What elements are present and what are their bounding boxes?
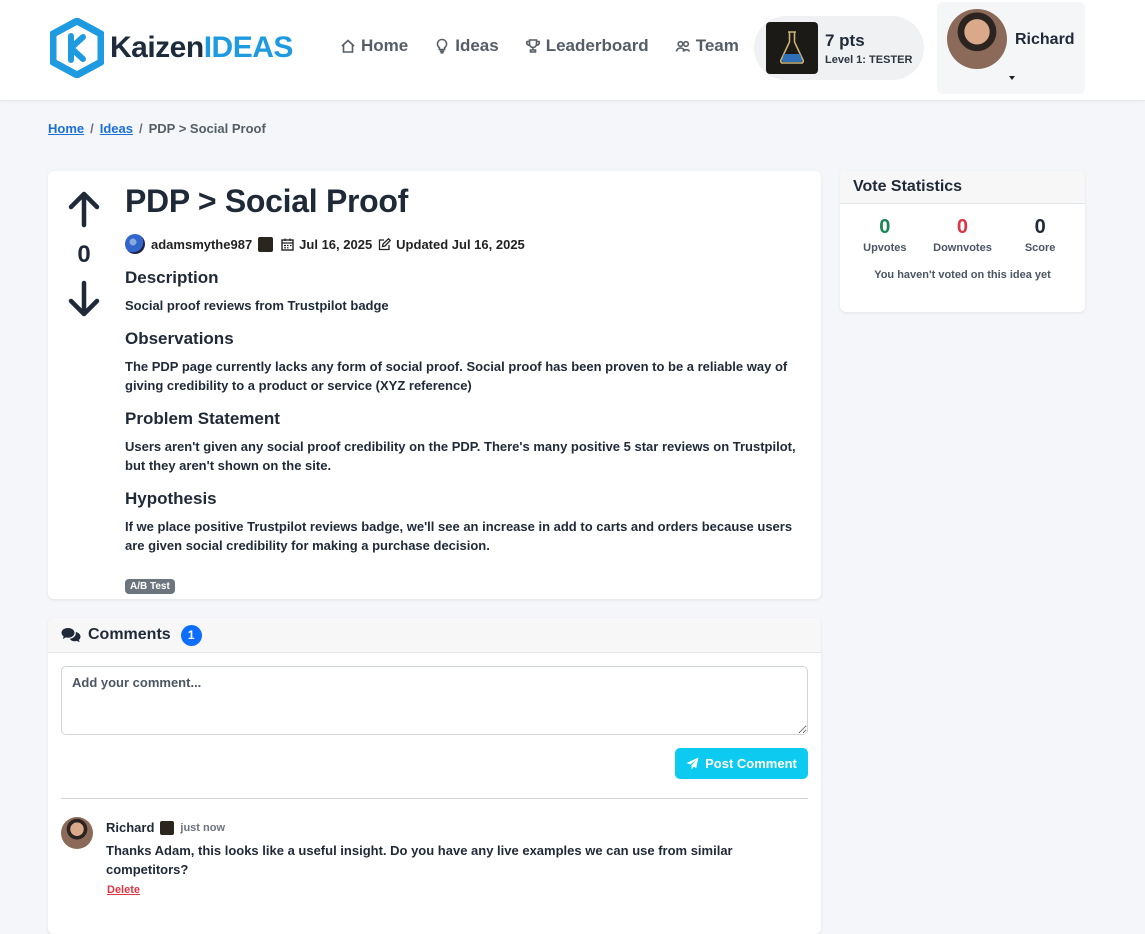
user-avatar [947,9,1007,69]
points-text: 7 pts Level 1: TESTER [825,31,912,66]
caret-down-icon[interactable] [1009,76,1015,80]
comments-title: Comments [88,626,171,643]
logo-mark-icon [50,18,104,78]
hypothesis-text: If we place positive Trustpilot reviews … [125,519,793,553]
author-level-badge-icon [258,236,274,252]
level-label: Level 1: TESTER [825,53,913,66]
points-card[interactable]: 7 pts Level 1: TESTER [754,16,924,80]
downvotes-stat: 0 Downvotes [925,216,999,254]
nav-leaderboard[interactable]: Leaderboard [525,36,649,56]
comments-card: Comments 1 Post Comment Richard just now… [48,618,821,934]
score-label: Score [1024,242,1056,254]
edit-icon [379,237,392,250]
score-stat: 0 Score [1003,216,1077,254]
problem-statement-heading: Problem Statement [125,409,280,428]
downvotes-value: 0 [956,216,969,238]
breadcrumb-ideas-link[interactable]: Ideas [100,121,133,136]
comment-author[interactable]: Richard [106,820,154,835]
comment-author-badge-icon [160,820,175,835]
vote-statistics-title: Vote Statistics [840,171,1085,204]
calendar-icon [281,238,294,251]
user-name: Richard [1015,31,1075,48]
main-nav: Home Ideas Leaderboard Team [340,36,739,56]
paper-plane-icon [686,757,699,770]
hypothesis-heading: Hypothesis [125,489,217,508]
top-header: KaizenIDEAS Home Ideas Leaderboard Team [0,0,1145,101]
vote-count: 0 [77,241,91,268]
post-comment-label: Post Comment [705,756,797,771]
observations-text: The PDP page currently lacks any form of… [125,359,788,393]
observations-heading: Observations [125,329,234,348]
idea-meta: adamsmythe987 Jul 16, 2025 Updated Jul 1… [125,234,805,254]
breadcrumb-separator: / [90,121,94,136]
breadcrumb-current: PDP > Social Proof [148,121,266,136]
nav-team[interactable]: Team [675,36,739,56]
comment-header: Richard just now [106,820,225,835]
comment-author-avatar [61,817,93,849]
people-icon [675,40,690,53]
flask-icon [779,31,805,64]
points-value: 7 pts [825,30,865,50]
downvote-arrow-icon[interactable] [66,279,102,319]
comment-timestamp: just now [180,821,226,834]
nav-team-label: Team [695,36,739,55]
upvote-arrow-icon[interactable] [66,189,102,229]
description-heading: Description [125,268,219,287]
logo-text-main: Kaizen [110,31,204,64]
author-avatar [125,234,145,254]
nav-home-label: Home [361,36,409,55]
upvotes-value: 0 [879,216,891,238]
idea-title: PDP > Social Proof [125,183,408,219]
idea-tag-badge: A/B Test [125,579,175,594]
downvotes-label: Downvotes [933,242,992,254]
vote-controls: 0 [66,189,102,319]
comments-count-badge: 1 [180,624,202,646]
delete-comment-link[interactable]: Delete [107,884,140,896]
breadcrumb-home-link[interactable]: Home [48,121,84,136]
nav-ideas-label: Ideas [455,36,499,55]
logo-text: KaizenIDEAS [110,31,293,65]
level-badge-image [766,22,818,74]
upvotes-label: Upvotes [863,242,907,254]
vote-statistics-card: Vote Statistics 0 Upvotes 0 Downvotes 0 … [840,171,1085,312]
nav-ideas[interactable]: Ideas [434,36,499,56]
house-icon [341,39,355,53]
idea-card: 0 PDP > Social Proof adamsmythe987 Jul 1… [48,171,821,599]
comment-text: Thanks Adam, this looks like a useful in… [106,843,733,877]
vote-status-note: You haven't voted on this idea yet [874,269,1051,281]
score-value: 0 [1034,216,1046,238]
idea-body: PDP > Social Proof adamsmythe987 Jul 16,… [125,183,805,594]
created-date: Jul 16, 2025 [299,236,373,252]
comments-divider [61,798,808,799]
updated-date: Updated Jul 16, 2025 [396,236,525,252]
description-text: Social proof reviews from Trustpilot bad… [125,298,389,313]
nav-leaderboard-label: Leaderboard [545,36,649,55]
logo-text-accent: IDEAS [203,31,294,64]
post-comment-button[interactable]: Post Comment [675,748,808,779]
kaizen-ideas-logo[interactable]: KaizenIDEAS [50,16,306,80]
comments-icon [61,628,81,643]
problem-statement-text: Users aren't given any social proof cred… [125,439,796,473]
lightbulb-icon [436,38,448,54]
breadcrumb-separator: / [139,121,143,136]
upvotes-stat: 0 Upvotes [848,216,922,254]
author-name[interactable]: adamsmythe987 [151,237,252,252]
trophy-icon [525,39,540,53]
vote-statistics-row: 0 Upvotes 0 Downvotes 0 Score [840,216,1085,254]
nav-home[interactable]: Home [340,36,408,56]
comment-input[interactable] [61,666,808,735]
user-menu[interactable]: Richard [937,2,1085,94]
comments-header: Comments 1 [48,618,821,653]
breadcrumb: Home / Ideas / PDP > Social Proof [48,121,266,136]
